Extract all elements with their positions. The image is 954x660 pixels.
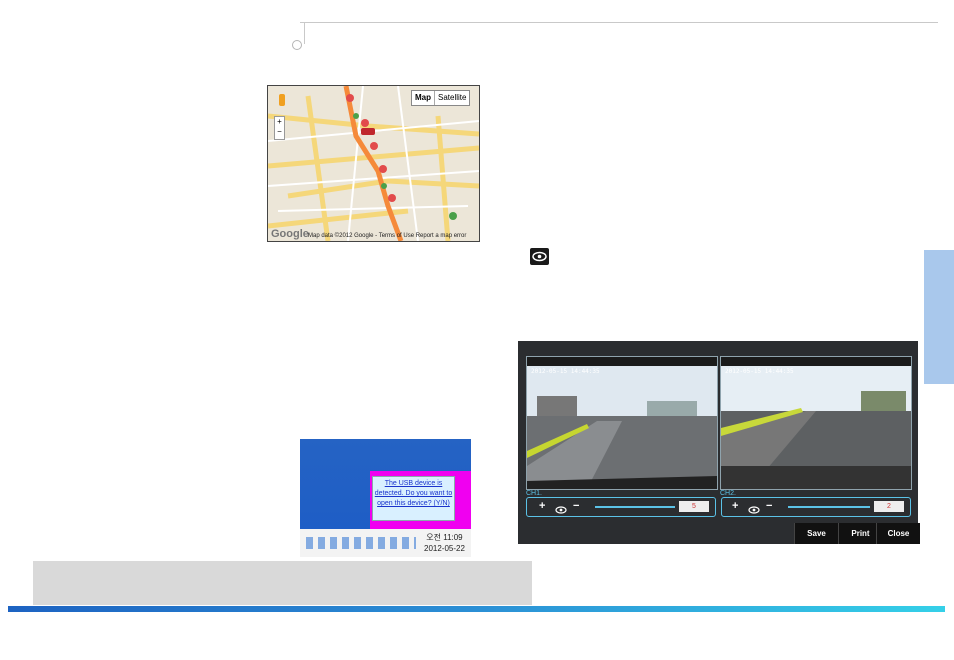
save-button[interactable]: Save bbox=[794, 523, 838, 544]
ch2-control-panel: + − 2 bbox=[721, 497, 911, 517]
ch2-slider[interactable] bbox=[788, 506, 870, 508]
channel-1-video[interactable]: 2012-05-15 14:44:35 bbox=[526, 356, 718, 490]
note-box bbox=[33, 561, 532, 605]
taskbar: 오전 11:09 2012-05-22 bbox=[300, 529, 471, 557]
close-button[interactable]: Close bbox=[876, 523, 920, 544]
ch2-eye-icon[interactable] bbox=[748, 502, 760, 520]
map-footer[interactable]: Map data ©2012 Google - Terms of Use Rep… bbox=[308, 233, 466, 239]
map-type-control: Map Satellite bbox=[411, 90, 471, 106]
video-viewer: 2012-05-15 14:44:35 2012-05-15 14:44:35 … bbox=[518, 341, 920, 544]
chapter-tab[interactable] bbox=[924, 250, 954, 384]
ch1-zoom-out-button[interactable]: − bbox=[573, 500, 579, 512]
ch1-timestamp: 2012-05-15 14:44:35 bbox=[531, 368, 600, 375]
zoom-out-button[interactable]: − bbox=[275, 127, 284, 137]
tray-clock[interactable]: 오전 11:09 2012-05-22 bbox=[424, 532, 465, 554]
route-map[interactable]: + − Map Satellite Google Map data ©2012 … bbox=[267, 85, 480, 242]
footer-gradient-bar bbox=[8, 606, 945, 612]
ch2-label: CH2. bbox=[720, 490, 736, 497]
satellite-view-button[interactable]: Satellite bbox=[435, 91, 469, 105]
tray-date: 2012-05-22 bbox=[424, 544, 465, 553]
map-zoom-control[interactable]: + − bbox=[274, 116, 285, 140]
ch2-timestamp: 2012-05-15 14:44:35 bbox=[725, 368, 794, 375]
map-view-button[interactable]: Map bbox=[412, 91, 435, 105]
tray-icons[interactable] bbox=[306, 537, 416, 549]
desktop-screenshot: The USB device is detected. Do you want … bbox=[300, 439, 471, 557]
ch1-label: CH1. bbox=[526, 490, 542, 497]
tray-time: 오전 11:09 bbox=[426, 533, 463, 542]
zoom-in-button[interactable]: + bbox=[275, 117, 284, 127]
ch1-control-panel: + − 5 bbox=[526, 497, 716, 517]
ch2-value[interactable]: 2 bbox=[874, 501, 904, 512]
channel-2-video[interactable]: 2012-05-15 14:44:35 bbox=[720, 356, 912, 490]
ch1-slider[interactable] bbox=[595, 506, 675, 508]
header-divider bbox=[304, 22, 305, 44]
ch1-eye-icon[interactable] bbox=[555, 502, 567, 520]
map-canvas bbox=[268, 86, 479, 241]
eye-icon bbox=[530, 248, 549, 265]
ch2-zoom-out-button[interactable]: − bbox=[766, 500, 772, 512]
ch1-zoom-in-button[interactable]: + bbox=[539, 500, 545, 512]
header-bullet bbox=[292, 40, 302, 50]
usb-detected-popup[interactable]: The USB device is detected. Do you want … bbox=[372, 476, 455, 521]
ch1-value[interactable]: 5 bbox=[679, 501, 709, 512]
google-logo: Google bbox=[271, 228, 309, 240]
ch2-zoom-in-button[interactable]: + bbox=[732, 500, 738, 512]
header-line bbox=[300, 22, 938, 23]
